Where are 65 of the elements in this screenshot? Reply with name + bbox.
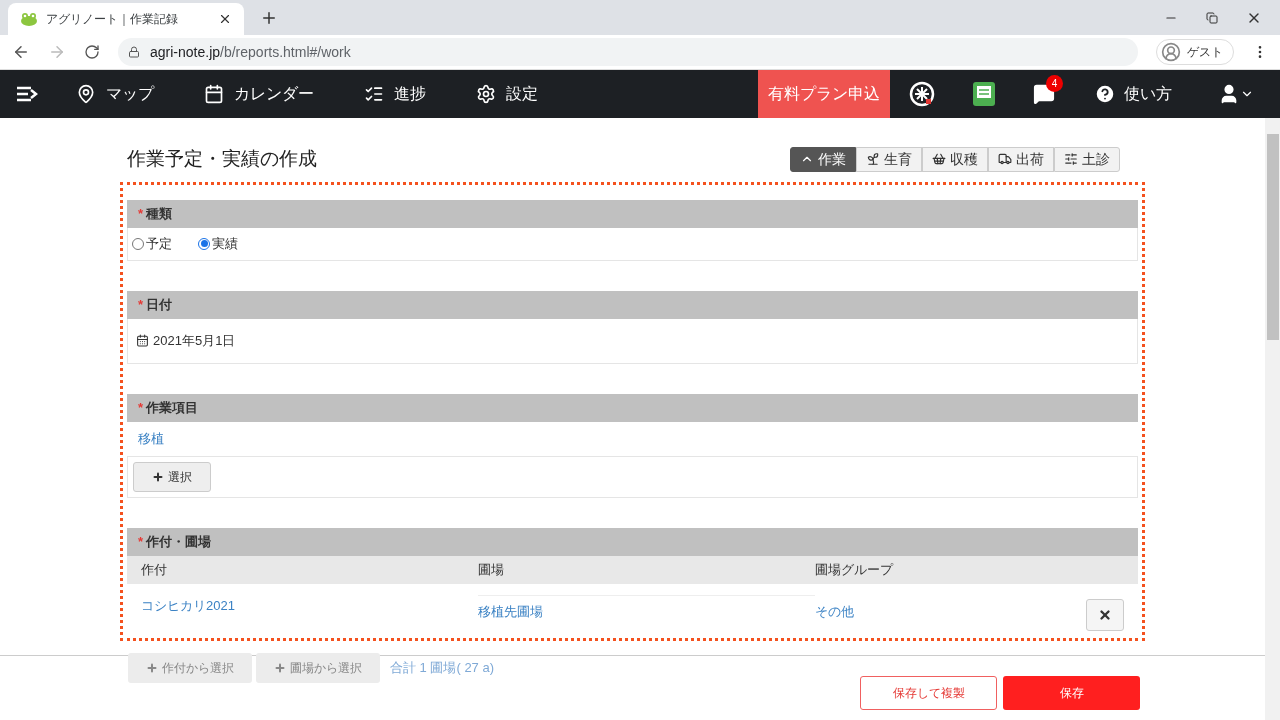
calendar-icon bbox=[136, 334, 149, 347]
map-pin-icon bbox=[76, 84, 96, 104]
browser-tab[interactable]: アグリノート｜作業記録 bbox=[8, 3, 244, 35]
rice-icon[interactable] bbox=[909, 81, 935, 107]
nav-item[interactable]: カレンダー bbox=[204, 82, 314, 106]
section-title: 作付・圃場 bbox=[146, 532, 212, 551]
book-icon[interactable] bbox=[972, 81, 996, 107]
sprout-icon bbox=[866, 152, 880, 167]
save-button[interactable]: 保存 bbox=[1003, 676, 1140, 710]
frog-icon bbox=[20, 12, 38, 26]
select-button[interactable]: 選択 bbox=[133, 461, 211, 492]
required-mark: * bbox=[138, 532, 144, 551]
report-tab[interactable]: 収穫 bbox=[922, 146, 988, 172]
lock-icon bbox=[128, 46, 140, 58]
report-tab[interactable]: 作業 bbox=[790, 146, 856, 172]
crop-link[interactable]: コシヒカリ2021 bbox=[141, 583, 478, 615]
column-header: 圃場グループ bbox=[815, 560, 895, 579]
section-title: 日付 bbox=[146, 295, 173, 314]
report-tab[interactable]: 出荷 bbox=[988, 146, 1054, 172]
section-title: 種類 bbox=[146, 204, 173, 223]
truck-icon bbox=[998, 152, 1012, 167]
url-text: agri-note.jp/b/reports.html#/work bbox=[150, 42, 351, 62]
nav-item[interactable]: 設定 bbox=[476, 82, 538, 106]
avatar-icon bbox=[1161, 42, 1181, 62]
nav-item[interactable]: 進捗 bbox=[364, 82, 426, 106]
help-icon bbox=[1094, 83, 1116, 105]
notification-badge: 4 bbox=[1046, 75, 1063, 92]
required-mark: * bbox=[138, 398, 144, 417]
tab-title: アグリノート｜作業記録 bbox=[46, 11, 179, 28]
reload-icon[interactable] bbox=[84, 44, 100, 60]
remove-button[interactable] bbox=[1086, 598, 1124, 631]
save-and-copy-button[interactable]: 保存して複製 bbox=[860, 676, 997, 710]
new-tab-icon[interactable] bbox=[260, 9, 278, 27]
basket-icon bbox=[932, 152, 946, 167]
restore-icon[interactable] bbox=[1206, 11, 1218, 24]
plus-icon bbox=[274, 662, 286, 674]
column-header: 作付 bbox=[141, 560, 168, 579]
section-title: 作業項目 bbox=[146, 398, 199, 417]
date-value[interactable]: 2021年5月1日 bbox=[153, 330, 236, 351]
address-field[interactable]: agri-note.jp/b/reports.html#/work bbox=[118, 38, 1138, 66]
gear-icon bbox=[476, 84, 496, 104]
close-icon[interactable] bbox=[218, 12, 232, 26]
plus-icon bbox=[152, 470, 164, 483]
radio-option[interactable]: 実績 bbox=[198, 233, 238, 254]
calendar-icon bbox=[204, 84, 224, 104]
report-tab[interactable]: 生育 bbox=[856, 146, 922, 172]
checklist-icon bbox=[364, 84, 384, 104]
radio-option[interactable]: 予定 bbox=[132, 233, 172, 254]
total-area: 合計 1 圃場( 27 a) bbox=[390, 658, 495, 678]
column-header: 圃場 bbox=[478, 560, 505, 579]
help-link[interactable]: 使い方 bbox=[1094, 82, 1172, 106]
menu-icon[interactable] bbox=[16, 85, 38, 103]
work-item-link[interactable]: 移植 bbox=[138, 428, 164, 449]
field-link[interactable]: 移植先圃場 bbox=[478, 595, 815, 622]
nav-item[interactable]: マップ bbox=[76, 82, 154, 106]
group-link[interactable]: その他 bbox=[815, 595, 1086, 622]
sliders-icon bbox=[1064, 152, 1078, 167]
required-mark: * bbox=[138, 204, 144, 223]
report-tab[interactable]: 土診 bbox=[1054, 146, 1120, 172]
close-icon bbox=[1098, 607, 1112, 622]
page-title: 作業予定・実績の作成 bbox=[127, 147, 317, 171]
back-icon[interactable] bbox=[12, 43, 30, 61]
scrollbar[interactable] bbox=[1265, 118, 1280, 720]
plus-icon bbox=[146, 662, 158, 674]
required-mark: * bbox=[138, 295, 144, 314]
